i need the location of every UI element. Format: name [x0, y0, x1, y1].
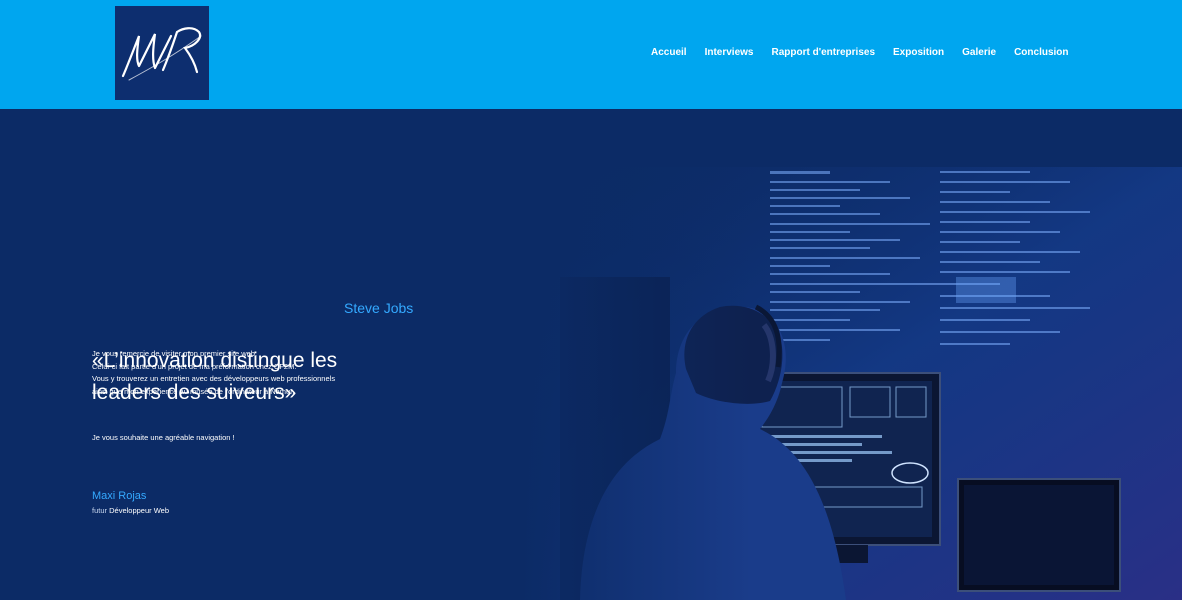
quote-author: Steve Jobs	[344, 300, 414, 316]
nav-rapport-entreprises[interactable]: Rapport d'entreprises	[772, 45, 876, 61]
nav-interviews[interactable]: Interviews	[705, 45, 754, 61]
signature-role-title: Développeur Web	[109, 506, 170, 515]
signature-role-prefix: futur	[92, 506, 108, 515]
main-nav: Accueil Interviews Rapport d'entreprises…	[651, 45, 1069, 61]
intro-line: ainsi que mon expérience au musée de l'o…	[92, 386, 295, 396]
logo-mark	[121, 27, 202, 81]
wish-text: Je vous souhaite une agréable navigation…	[92, 433, 235, 442]
nav-accueil[interactable]: Accueil	[651, 45, 687, 61]
signature-name: Maxi Rojas	[92, 490, 147, 502]
signature-role: futur Développeur Web	[92, 506, 169, 515]
nav-exposition[interactable]: Exposition	[893, 45, 944, 61]
developer-at-workstation-image	[520, 167, 1182, 600]
intro-line: Celui-ci fait partie d'un projet de ma p…	[92, 361, 297, 371]
intro-line: Je vous remercie de visiter mon premier …	[92, 349, 258, 358]
site-logo[interactable]	[115, 6, 209, 100]
nav-galerie[interactable]: Galerie	[962, 45, 996, 61]
intro-line: Vous y trouverez un entretien avec des d…	[92, 374, 336, 383]
site-header: Accueil Interviews Rapport d'entreprises…	[0, 0, 1182, 109]
intro-text: Je vous remercie de visiter mon premier …	[92, 348, 422, 398]
nav-conclusion[interactable]: Conclusion	[1014, 45, 1068, 61]
